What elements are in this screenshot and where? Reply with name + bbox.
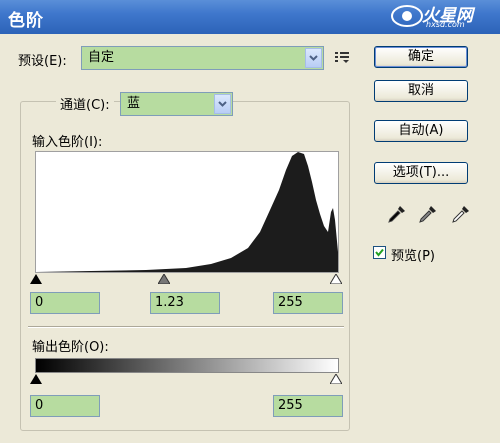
output-shadow-field[interactable]: 0 xyxy=(30,395,100,417)
chevron-down-icon[interactable] xyxy=(214,94,231,114)
channel-value: 蓝 xyxy=(127,96,141,111)
preset-label: 预设(E): xyxy=(18,54,67,69)
auto-button[interactable]: 自动(A) xyxy=(374,120,468,142)
white-eyedropper-icon[interactable] xyxy=(451,204,471,224)
input-midtone-field[interactable]: 1.23 xyxy=(150,292,220,314)
ok-button[interactable]: 确定 xyxy=(374,46,468,68)
preview-label[interactable]: 预览(P) xyxy=(391,245,435,264)
title-bar[interactable]: 色阶 火星网 hxsd.com xyxy=(0,0,500,34)
output-gradient-bar xyxy=(35,358,339,373)
shadow-input-slider[interactable] xyxy=(30,274,42,284)
channel-select[interactable]: 蓝 xyxy=(120,92,233,116)
highlight-input-slider[interactable] xyxy=(330,274,342,284)
chevron-down-icon[interactable] xyxy=(305,48,322,68)
output-highlight-field[interactable]: 255 xyxy=(273,395,343,417)
input-shadow-field[interactable]: 0 xyxy=(30,292,100,314)
window-title: 色阶 xyxy=(8,11,44,31)
highlight-output-slider[interactable] xyxy=(330,374,342,384)
gray-eyedropper-icon[interactable] xyxy=(418,204,438,224)
input-highlight-field[interactable]: 255 xyxy=(273,292,343,314)
histogram-graph xyxy=(36,152,338,272)
separator xyxy=(28,326,344,328)
watermark-logo: 火星网 hxsd.com xyxy=(388,1,492,31)
watermark-icon xyxy=(391,5,423,27)
histogram xyxy=(35,151,339,273)
options-button[interactable]: 选项(T)... xyxy=(374,162,468,184)
preset-value: 自定 xyxy=(88,50,115,65)
shadow-output-slider[interactable] xyxy=(30,374,42,384)
preview-checkbox[interactable] xyxy=(373,246,386,259)
output-levels-label: 输出色阶(O): xyxy=(32,340,109,355)
midtone-input-slider[interactable] xyxy=(158,274,170,284)
watermark-subtext: hxsd.com xyxy=(426,20,465,29)
menu-icon[interactable] xyxy=(334,49,352,65)
channel-label: 通道(C): xyxy=(56,94,114,113)
black-eyedropper-icon[interactable] xyxy=(387,204,407,224)
preset-select[interactable]: 自定 xyxy=(81,46,324,70)
checkmark-icon xyxy=(375,248,384,257)
cancel-button[interactable]: 取消 xyxy=(374,80,468,102)
input-levels-label: 输入色阶(I): xyxy=(32,135,103,150)
